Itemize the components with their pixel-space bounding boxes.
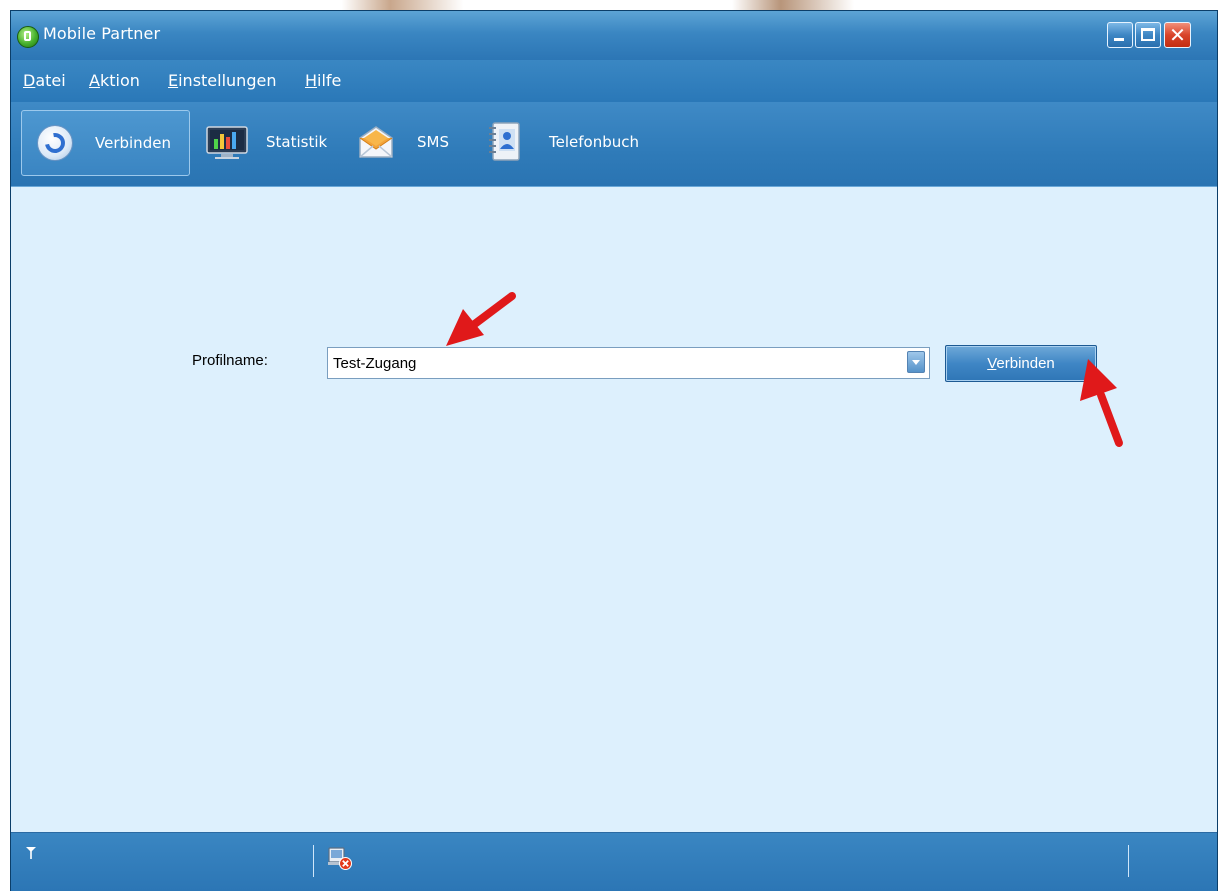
close-icon: ✕ <box>1169 23 1186 47</box>
profile-name-label: Profilname: <box>192 352 268 369</box>
minimize-button[interactable] <box>1107 22 1133 48</box>
menu-hilfe[interactable]: Hilfe <box>305 71 341 90</box>
menu-datei[interactable]: Datei <box>23 71 66 90</box>
toolbar-telefonbuch-label: Telefonbuch <box>549 133 639 151</box>
app-window: Mobile Partner ✕ Datei Aktion Einstellun… <box>10 10 1218 891</box>
status-bar <box>11 832 1217 891</box>
network-disconnected-icon <box>328 847 352 870</box>
profile-name-value: Test-Zugang <box>333 355 417 372</box>
menu-aktion[interactable]: Aktion <box>89 71 140 90</box>
status-separator <box>1128 845 1129 877</box>
menu-einstellungen[interactable]: Einstellungen <box>168 71 276 90</box>
statistics-icon <box>206 126 248 159</box>
signal-strength-icon <box>26 847 36 859</box>
connect-button[interactable]: Verbinden <box>945 345 1097 382</box>
phonebook-icon <box>489 122 520 161</box>
toolbar-sms-button[interactable]: SMS <box>351 110 469 176</box>
toolbar: Verbinden Statistik SMS Telefonbuch <box>11 102 1217 187</box>
chevron-down-icon[interactable] <box>907 351 925 373</box>
toolbar-telefonbuch-button[interactable]: Telefonbuch <box>481 110 651 176</box>
toolbar-statistik-label: Statistik <box>266 133 328 151</box>
toolbar-statistik-button[interactable]: Statistik <box>199 110 339 176</box>
close-button[interactable]: ✕ <box>1164 22 1191 48</box>
profile-name-dropdown[interactable]: Test-Zugang <box>327 347 930 379</box>
sms-envelope-icon <box>359 126 393 158</box>
app-logo-icon <box>17 26 39 48</box>
window-title: Mobile Partner <box>43 24 161 43</box>
title-bar[interactable]: Mobile Partner ✕ <box>11 11 1217 60</box>
toolbar-verbinden-label: Verbinden <box>95 134 171 152</box>
main-content: Profilname: Test-Zugang Verbinden <box>11 187 1217 832</box>
toolbar-sms-label: SMS <box>417 133 449 151</box>
toolbar-verbinden-button[interactable]: Verbinden <box>21 110 190 176</box>
status-separator <box>313 845 314 877</box>
menu-bar: Datei Aktion Einstellungen Hilfe <box>11 60 1217 102</box>
connect-icon <box>38 126 72 160</box>
desktop-background-strip <box>0 0 1220 10</box>
maximize-button[interactable] <box>1135 22 1161 48</box>
